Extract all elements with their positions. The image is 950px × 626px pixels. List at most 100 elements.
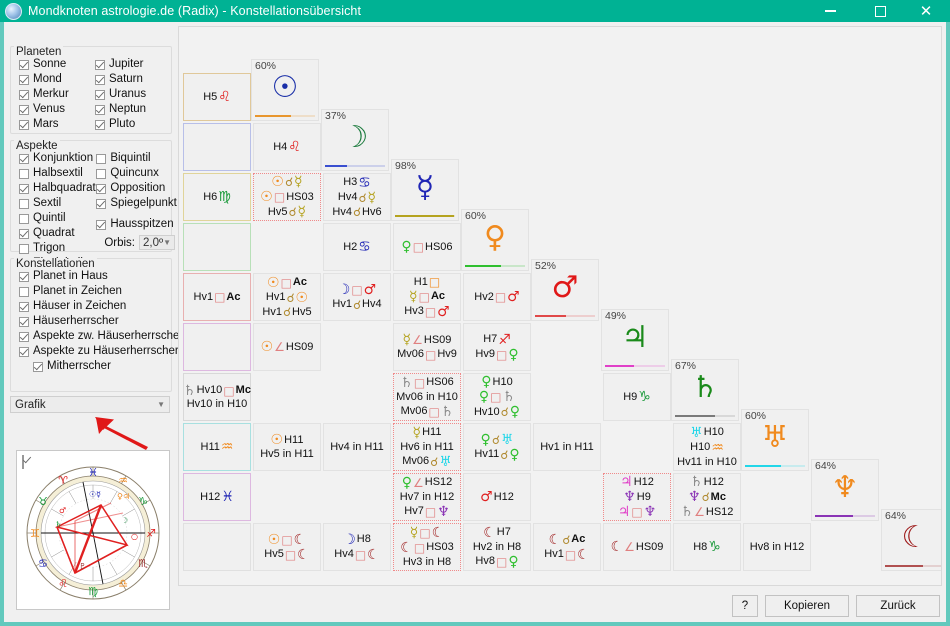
- house-label-cell-3[interactable]: [183, 223, 251, 271]
- planet-checkbox-pluto[interactable]: Pluto: [95, 117, 171, 132]
- aspect-checkbox-opposition[interactable]: Opposition: [96, 181, 174, 196]
- close-button[interactable]: ✕: [906, 0, 946, 22]
- constellation-grid-pane[interactable]: H5 ♌ H6 ♍ Hv1 □ Ac ♄ Hv10 □ Mc Hv10 in H10 H11 ♒ H12 ♓ H…: [178, 26, 942, 586]
- planet-checkbox-neptun[interactable]: Neptun: [95, 102, 171, 117]
- planet-diagonal-mars[interactable]: 52% ♂: [531, 259, 599, 321]
- planet-diagonal-venus[interactable]: 60% ♀: [461, 209, 529, 271]
- constellation-cell-r6-c3[interactable]: ♄ □ HS06 Mv06 in H10 Mv06 □ ♄: [393, 373, 461, 421]
- house-label-cell-0[interactable]: H5 ♌: [183, 73, 251, 121]
- constellation-cell-r7-c3[interactable]: ☿ H11 Hv6 in H11 Mv06 ☌ ♅: [393, 423, 461, 471]
- checkbox-label: Quincunx: [110, 167, 159, 179]
- planet-checkbox-uranus[interactable]: Uranus: [95, 87, 171, 102]
- planet-diagonal-mercury[interactable]: 98% ☿: [391, 159, 459, 221]
- planet-diagonal-jupiter[interactable]: 49% ♃: [601, 309, 669, 371]
- aspect-checkbox-hausspitzen[interactable]: Hausspitzen: [96, 217, 174, 232]
- copy-button[interactable]: Kopieren: [765, 595, 849, 617]
- house-label-cell-5[interactable]: [183, 323, 251, 371]
- cell-text: Ac: [571, 533, 586, 545]
- constellation-cell-r1-c1[interactable]: H4 ♌: [253, 123, 321, 171]
- aspect-checkbox-quintil[interactable]: Quintil: [19, 211, 96, 226]
- planet-checkbox-sonne[interactable]: Sonne: [19, 57, 95, 72]
- constellation-cell-r5-c4[interactable]: H7 ♐ Hv9 □ ♀: [463, 323, 531, 371]
- constellation-cell-r6-c4[interactable]: ♀ H10 ♀ □ ♄ Hv10 ☌ ♀: [463, 373, 531, 421]
- konstellation-checkbox-planet-in-zeichen[interactable]: Planet in Zeichen: [19, 284, 171, 299]
- aspect-glyph: □: [413, 540, 426, 555]
- constellation-cell-r9-c6[interactable]: ☾ ∠ HS09: [603, 523, 671, 571]
- chart-wheel-panel[interactable]: ♓ ♒ ♑ ♐ ♏ ♎ ♍ ♌ ♋ ♊ ♉ ♈ ☉☿ ♀♃ ♂ ♄ ☽ ○ ♇: [16, 450, 170, 610]
- house-label-cell-9[interactable]: [183, 523, 251, 571]
- minimize-button[interactable]: [810, 0, 850, 22]
- aspect-checkbox-sextil[interactable]: Sextil: [19, 196, 96, 211]
- cell-line: Mv06 in H10: [396, 391, 458, 404]
- house-label-cell-1[interactable]: [183, 123, 251, 171]
- constellation-cell-r7-c7[interactable]: ♅ H10 H10 ♒ Hv11 in H10: [673, 423, 741, 471]
- constellation-cell-r4-c1[interactable]: ☉ □ Ac Hv1 ☌ ☉ Hv1 ☌ Hv5: [253, 273, 321, 321]
- constellation-cell-r3-c3[interactable]: ♀ □ HS06: [393, 223, 461, 271]
- maximize-button[interactable]: [860, 0, 900, 22]
- constellation-cell-r7-c2[interactable]: Hv4 in H11: [323, 423, 391, 471]
- constellation-cell-r9-c2[interactable]: ☽ H8 Hv4 □ ☾: [323, 523, 391, 571]
- konstellation-checkbox-mitherrscher[interactable]: Mitherrscher: [19, 359, 171, 374]
- constellation-cell-r8-c3[interactable]: ♀ ∠ HS12 Hv7 in H12 Hv7 □ ♆: [393, 473, 461, 521]
- help-button[interactable]: ?: [732, 595, 758, 617]
- konstellation-checkbox-h-userherrscher[interactable]: Häuserherrscher: [19, 314, 171, 329]
- planet-checkbox-mond[interactable]: Mond: [19, 72, 95, 87]
- constellation-cell-r7-c5[interactable]: Hv1 in H11: [533, 423, 601, 471]
- orbis-select[interactable]: 2,0º ▼: [138, 235, 176, 250]
- aspect-checkbox-quincunx[interactable]: Quincunx: [96, 166, 174, 181]
- constellation-cell-r8-c6[interactable]: ♃ H12 ♆ H9 ♃ □ ♆: [603, 473, 671, 521]
- constellation-cell-r7-c4[interactable]: ♀ ☌ ♅ Hv11 ☌ ♀: [463, 423, 531, 471]
- constellation-cell-r4-c4[interactable]: Hv2 □ ♂: [463, 273, 531, 321]
- constellation-cell-r6-c6[interactable]: H9 ♑: [603, 373, 671, 421]
- aspect-checkbox-quadrat[interactable]: Quadrat: [19, 226, 96, 241]
- konstellation-checkbox-aspekte-zw-h-userherrschern[interactable]: Aspekte zw. Häuserherrschern: [19, 329, 190, 344]
- constellation-cell-r3-c2[interactable]: H2 ♋: [323, 223, 391, 271]
- planet-checkbox-mars[interactable]: Mars: [19, 117, 95, 132]
- planet-checkbox-saturn[interactable]: Saturn: [95, 72, 171, 87]
- planet-diagonal-pluto[interactable]: 64% ☾: [881, 509, 941, 571]
- konstellation-checkbox-planet-in-haus[interactable]: Planet in Haus: [19, 269, 171, 284]
- house-label-cell-4[interactable]: Hv1 □ Ac: [183, 273, 251, 321]
- konstellation-checkbox-h-user-in-zeichen[interactable]: Häuser in Zeichen: [19, 299, 171, 314]
- planet-checkbox-venus[interactable]: Venus: [19, 102, 95, 117]
- constellation-cell-r9-c3[interactable]: ☿ □ ☾ ☾ □ HS03 Hv3 in H8: [393, 523, 461, 571]
- constellation-cell-r2-c1[interactable]: ☉ ☌ ☿ ☉ □ HS03 Hv5 ☌ ☿: [253, 173, 321, 221]
- constellation-cell-r2-c2[interactable]: H3 ♋ Hv4 ☌ ☿ Hv4 ☌ Hv6: [323, 173, 391, 221]
- aspect-checkbox-biquintil[interactable]: Biquintil: [96, 151, 174, 166]
- constellation-cell-r7-c1[interactable]: ☉ H11 Hv5 in H11: [253, 423, 321, 471]
- constellation-cell-r9-c8[interactable]: Hv8 in H12: [743, 523, 811, 571]
- planet-checkbox-merkur[interactable]: Merkur: [19, 87, 95, 102]
- aspect-checkbox-trigon[interactable]: Trigon: [19, 241, 96, 256]
- konstellation-checkbox-aspekte-zu-h-userherrschern[interactable]: Aspekte zu Häuserherrschern: [19, 344, 185, 359]
- planet-diagonal-neptune[interactable]: 64% ♆: [811, 459, 879, 521]
- aspect-glyph: ☌: [500, 447, 509, 462]
- planet-diagonal-sun[interactable]: 60% ☉: [251, 59, 319, 121]
- wheel-visibility-checkbox[interactable]: [22, 455, 28, 469]
- aspect-checkbox-halbsextil[interactable]: Halbsextil: [19, 166, 96, 181]
- aspect-checkbox-konjunktion[interactable]: Konjunktion: [19, 151, 96, 166]
- constellation-cell-r5-c1[interactable]: ☉ ∠ HS09: [253, 323, 321, 371]
- planet-checkbox-jupiter[interactable]: Jupiter: [95, 57, 171, 72]
- planet-diagonal-saturn[interactable]: 67% ♄: [671, 359, 739, 421]
- house-label-cell-2[interactable]: H6 ♍: [183, 173, 251, 221]
- constellation-cell-r5-c3[interactable]: ☿ ∠ HS09 Mv06 □ Hv9: [393, 323, 461, 371]
- constellation-cell-r8-c7[interactable]: ♄ H12 ♆ ☌ Mc ♄ ∠ HS12: [673, 473, 741, 521]
- constellation-cell-r8-c4[interactable]: ♂ H12: [463, 473, 531, 521]
- constellation-cell-r4-c3[interactable]: H1 □ ☿ □ Ac Hv3 □ ♂: [393, 273, 461, 321]
- aspect-checkbox-spiegelpunkt[interactable]: Spiegelpunkt: [96, 196, 177, 211]
- constellation-cell-r9-c7[interactable]: H8 ♑: [673, 523, 741, 571]
- house-label-cell-8[interactable]: H12 ♓: [183, 473, 251, 521]
- constellation-cell-r9-c1[interactable]: ☉ □ ☾ Hv5 □ ☾: [253, 523, 321, 571]
- house-label-cell-7[interactable]: H11 ♒: [183, 423, 251, 471]
- planet-diagonal-uranus[interactable]: 60% ♅: [741, 409, 809, 471]
- checkbox-label: Häuserherrscher: [33, 315, 119, 327]
- aspect-checkbox-halbquadrat[interactable]: Halbquadrat: [19, 181, 96, 196]
- house-label-cell-6[interactable]: ♄ Hv10 □ Mc Hv10 in H10: [183, 373, 251, 421]
- graphik-select[interactable]: Grafik ▼: [10, 396, 170, 413]
- back-button[interactable]: Zurück: [856, 595, 940, 617]
- constellation-cell-r9-c4[interactable]: ☾ H7 Hv2 in H8 Hv8 □ ♀: [463, 523, 531, 571]
- checkbox-label: Häuser in Zeichen: [33, 300, 127, 312]
- constellation-cell-r9-c5[interactable]: ☾ ☌ Ac Hv1 □ ☾: [533, 523, 601, 571]
- constellation-cell-r4-c2[interactable]: ☽ □ ♂ Hv1 ☌ Hv4: [323, 273, 391, 321]
- planet-diagonal-moon[interactable]: 37% ☽: [321, 109, 389, 171]
